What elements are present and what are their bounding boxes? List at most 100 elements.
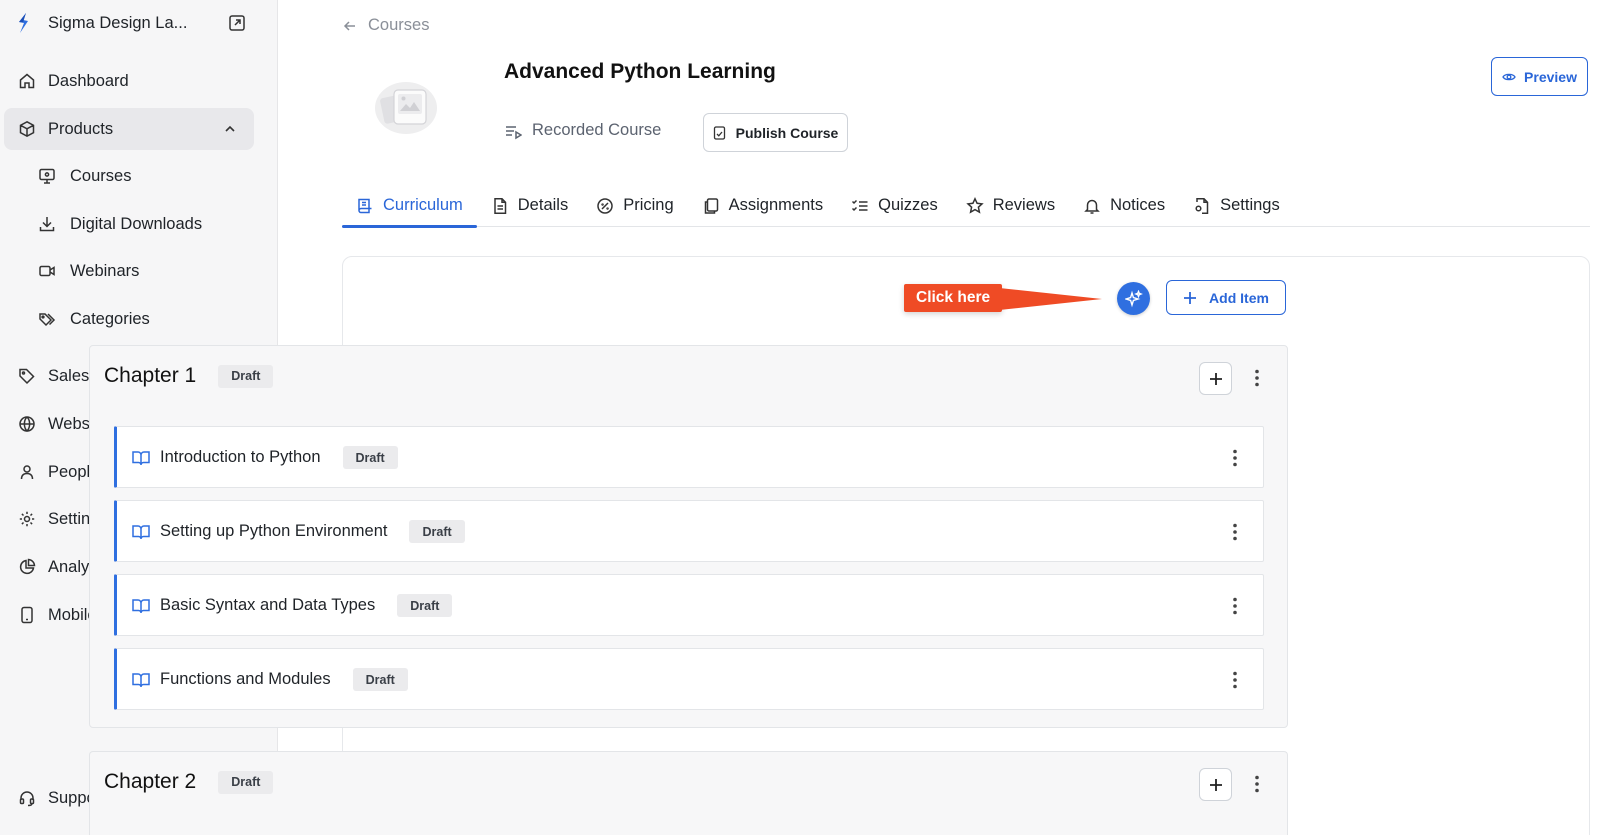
course-type: Recorded Course (504, 121, 661, 140)
sidebar-item-products[interactable]: Products (4, 108, 254, 150)
lesson-more-menu-button[interactable] (1225, 594, 1245, 618)
tab-reviews[interactable]: Reviews (952, 184, 1069, 227)
external-link-icon[interactable] (228, 14, 246, 32)
price-badge-icon (597, 197, 613, 214)
add-lesson-button[interactable] (1199, 768, 1232, 801)
more-vertical-icon (1233, 523, 1237, 541)
brand-logo-icon (19, 13, 28, 33)
ai-generate-button[interactable] (1117, 282, 1150, 315)
tab-details[interactable]: Details (477, 184, 582, 227)
lesson-row[interactable]: Introduction to Python Draft (114, 426, 1264, 488)
lesson-title: Introduction to Python (160, 448, 321, 466)
more-vertical-icon (1255, 369, 1259, 387)
publish-course-button[interactable]: Publish Course (703, 113, 848, 152)
sidebar-subitem-categories[interactable]: Categories (38, 299, 248, 339)
book-open-icon (132, 672, 150, 687)
chapter-more-menu-button[interactable] (1247, 772, 1267, 796)
copy-icon (704, 197, 718, 214)
add-item-button[interactable]: Add Item (1166, 280, 1286, 315)
eye-icon (1502, 73, 1516, 80)
sidebar-item-dashboard[interactable]: Dashboard (4, 60, 254, 102)
course-thumbnail-placeholder[interactable] (372, 74, 440, 138)
chapter-more-menu-button[interactable] (1247, 366, 1267, 390)
sidebar-subitem-label: Courses (70, 166, 132, 185)
headset-icon (18, 789, 36, 807)
status-badge: Draft (352, 668, 408, 691)
gear-icon (18, 510, 36, 528)
book-open-icon (132, 598, 150, 613)
more-vertical-icon (1233, 597, 1237, 615)
tab-label: Details (517, 196, 569, 214)
sidebar-subitem-label: Webinars (70, 261, 140, 280)
plus-icon (1209, 778, 1222, 791)
plus-icon (1209, 372, 1222, 385)
lesson-title: Setting up Python Environment (160, 522, 388, 540)
more-vertical-icon (1233, 449, 1237, 467)
document-check-icon (713, 125, 725, 140)
tab-label: Pricing (623, 196, 674, 214)
status-badge: Draft (342, 446, 398, 469)
sidebar-subitem-webinars[interactable]: Webinars (38, 251, 248, 291)
sidebar-subitem-label: Digital Downloads (70, 214, 203, 233)
home-icon (18, 72, 36, 90)
chapter-title: Chapter 1 (104, 364, 197, 387)
book-open-icon (132, 524, 150, 539)
checklist-icon (852, 199, 868, 211)
back-label: Courses (368, 16, 430, 34)
plus-icon (1184, 291, 1197, 304)
status-badge: Draft (218, 770, 274, 794)
callout-arrow (990, 287, 1102, 311)
tab-pricing[interactable]: Pricing (582, 184, 687, 227)
file-settings-icon (1195, 197, 1209, 214)
tab-curriculum[interactable]: Curriculum (342, 184, 477, 228)
lesson-title: Functions and Modules (160, 670, 331, 688)
tab-label: Assignments (728, 196, 824, 214)
chapter-card: Chapter 1 Draft Introduction to Python D… (89, 345, 1288, 728)
course-tabs: Curriculum Details Pricing Assignments Q… (342, 184, 1590, 228)
chapter-header: Chapter 2 Draft (104, 770, 274, 794)
lesson-row[interactable]: Functions and Modules Draft (114, 648, 1264, 710)
course-type-label: Recorded Course (532, 121, 662, 139)
sidebar-item-label: Dashboard (48, 71, 129, 90)
sidebar-subitem-courses[interactable]: Courses (38, 156, 248, 196)
playlist-icon (506, 125, 522, 139)
sparkle-icon (1124, 289, 1143, 307)
lesson-more-menu-button[interactable] (1225, 668, 1245, 692)
download-icon (38, 215, 56, 233)
bell-icon (1084, 199, 1100, 214)
arrow-left-icon (343, 20, 355, 31)
tab-assignments[interactable]: Assignments (688, 184, 837, 227)
add-item-label: Add Item (1209, 289, 1269, 306)
workspace-name: Sigma Design La... (48, 13, 188, 32)
package-icon (18, 120, 36, 138)
chevron-up-icon (225, 125, 235, 132)
document-icon (494, 197, 507, 214)
tab-label: Quizzes (878, 196, 938, 214)
preview-button[interactable]: Preview (1491, 57, 1588, 96)
tags-icon (38, 310, 56, 328)
add-lesson-button[interactable] (1199, 362, 1232, 395)
tab-quizzes[interactable]: Quizzes (837, 184, 952, 227)
user-icon (18, 463, 36, 481)
book-open-icon (132, 450, 150, 465)
chapter-header: Chapter 1 Draft (104, 364, 274, 388)
sidebar-subitem-label: Categories (70, 309, 150, 328)
star-icon (966, 196, 984, 214)
lesson-more-menu-button[interactable] (1225, 446, 1245, 470)
status-badge: Draft (397, 594, 453, 617)
lesson-row[interactable]: Setting up Python Environment Draft (114, 500, 1264, 562)
tab-settings[interactable]: Settings (1179, 184, 1294, 227)
workspace-switcher[interactable]: Sigma Design La... (16, 10, 246, 36)
lesson-row[interactable]: Basic Syntax and Data Types Draft (114, 574, 1264, 636)
click-here-callout: Click here (904, 284, 1003, 312)
back-to-courses-link[interactable]: Courses (342, 16, 429, 35)
sidebar-subitem-digital-downloads[interactable]: Digital Downloads (38, 204, 248, 244)
preview-label: Preview (1524, 68, 1577, 85)
tab-notices[interactable]: Notices (1069, 184, 1179, 227)
video-icon (38, 262, 56, 280)
chapter-title: Chapter 2 (104, 770, 197, 793)
sidebar-item-label: Products (48, 119, 114, 138)
lesson-more-menu-button[interactable] (1225, 520, 1245, 544)
more-vertical-icon (1255, 775, 1259, 793)
tab-label: Notices (1110, 196, 1166, 214)
